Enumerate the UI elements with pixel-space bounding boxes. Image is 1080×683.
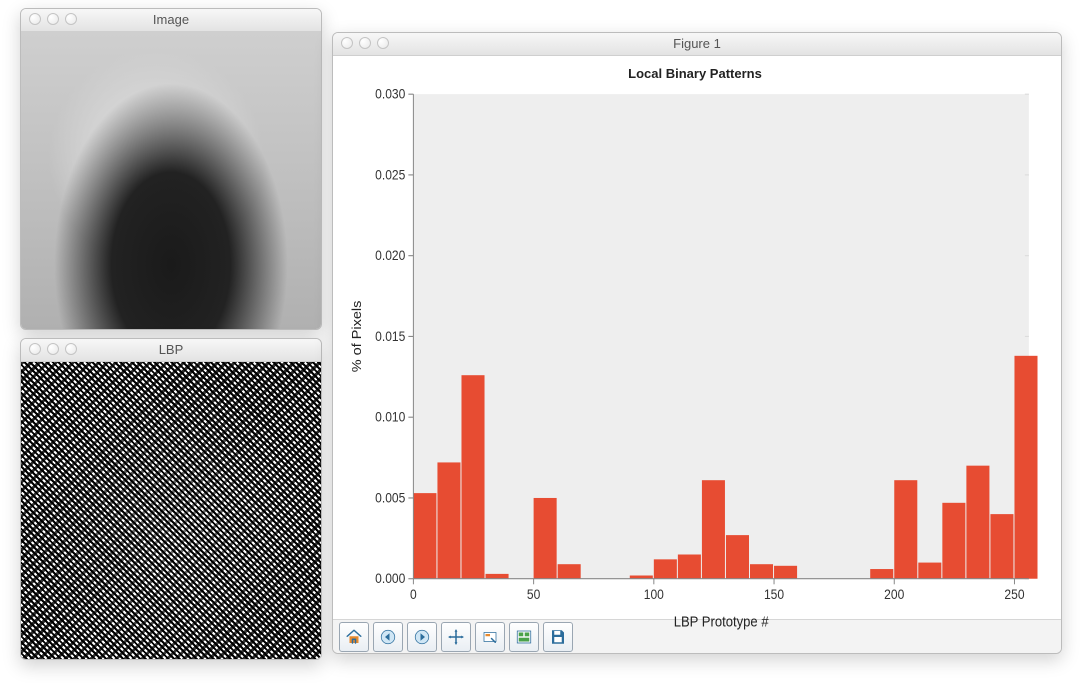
grayscale-photo — [21, 32, 321, 330]
minimize-icon[interactable] — [359, 37, 371, 49]
svg-text:0.000: 0.000 — [375, 571, 405, 587]
minimize-icon[interactable] — [47, 13, 59, 25]
y-axis-label: % of Pixels — [350, 301, 364, 373]
zoom-icon[interactable] — [65, 13, 77, 25]
svg-text:250: 250 — [1004, 586, 1024, 602]
x-axis-label: LBP Prototype # — [674, 614, 769, 630]
window-controls — [341, 37, 389, 49]
bar — [486, 574, 509, 579]
svg-text:200: 200 — [884, 586, 904, 602]
bar — [534, 498, 557, 579]
bar — [726, 535, 749, 579]
bar — [990, 514, 1013, 579]
titlebar-lbp[interactable]: LBP — [21, 339, 321, 362]
zoom-icon[interactable] — [377, 37, 389, 49]
close-icon[interactable] — [29, 13, 41, 25]
svg-text:0.030: 0.030 — [375, 86, 405, 102]
svg-text:0: 0 — [410, 586, 417, 602]
minimize-icon[interactable] — [47, 343, 59, 355]
window-title: LBP — [159, 342, 184, 357]
bar — [678, 555, 701, 579]
window-title: Image — [153, 12, 189, 27]
bar — [413, 493, 436, 579]
svg-text:0.010: 0.010 — [375, 409, 405, 425]
bar — [461, 375, 484, 579]
lbp-content — [21, 362, 321, 660]
bar — [1014, 356, 1037, 579]
zoom-icon[interactable] — [65, 343, 77, 355]
bar — [750, 564, 773, 579]
bar — [870, 569, 893, 579]
bar — [894, 480, 917, 579]
window-title: Figure 1 — [673, 36, 721, 51]
svg-text:0.015: 0.015 — [375, 328, 405, 344]
svg-text:0.005: 0.005 — [375, 490, 405, 506]
plot-area[interactable]: Local Binary Patterns 0.000 0.005 0.010 0.0… — [333, 56, 1061, 619]
bar-chart[interactable]: 0.000 0.005 0.010 0.015 0.020 0.025 0.030 0 50 10… — [343, 83, 1047, 640]
titlebar-figure[interactable]: Figure 1 — [333, 33, 1061, 56]
bar — [966, 466, 989, 579]
bar — [942, 503, 965, 579]
bar — [918, 563, 941, 579]
bar — [558, 564, 581, 579]
window-lbp: LBP — [20, 338, 322, 660]
window-controls — [29, 13, 77, 25]
close-icon[interactable] — [29, 343, 41, 355]
titlebar-image[interactable]: Image — [21, 9, 321, 32]
svg-text:100: 100 — [644, 586, 664, 602]
svg-text:50: 50 — [527, 586, 540, 602]
bar — [702, 480, 725, 579]
bar — [654, 559, 677, 578]
window-figure: Figure 1 Local Binary Patterns 0.0000.00… — [332, 32, 1062, 654]
lbp-texture-image — [21, 362, 321, 660]
svg-text:150: 150 — [764, 586, 784, 602]
close-icon[interactable] — [341, 37, 353, 49]
svg-text:0.020: 0.020 — [375, 248, 405, 264]
window-controls — [29, 343, 77, 355]
svg-text:0.025: 0.025 — [375, 167, 405, 183]
figure-body: Local Binary Patterns 0.0000.0050.0100.0… — [333, 56, 1061, 654]
bar — [437, 462, 460, 578]
bar — [774, 566, 797, 579]
image-content — [21, 32, 321, 330]
window-image: Image — [20, 8, 322, 330]
chart-title: Local Binary Patterns — [343, 66, 1047, 81]
